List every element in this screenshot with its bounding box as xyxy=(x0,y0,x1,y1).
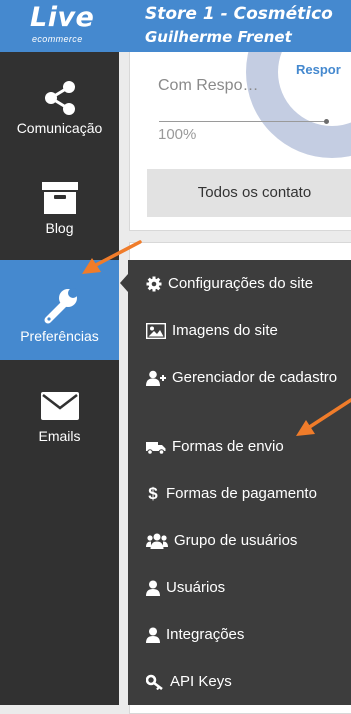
stats-card: Respor Com Respo… 100% Todos os contato xyxy=(129,52,351,231)
truck-icon xyxy=(146,439,166,455)
menu-item-integrations[interactable]: Integrações xyxy=(146,624,346,646)
menu-item-label: Imagens do site xyxy=(172,322,278,340)
gear-icon xyxy=(146,276,162,292)
archive-box-icon xyxy=(40,178,80,218)
menu-item-users[interactable]: Usuários xyxy=(146,577,346,599)
menu-item-site-settings[interactable]: Configurações do site xyxy=(146,273,346,295)
donut-chart-label: Respor xyxy=(296,62,341,77)
stat-progress-dot xyxy=(324,119,329,124)
sidebar-item-label: Preferências xyxy=(20,328,99,344)
menu-item-label: API Keys xyxy=(170,673,232,691)
menu-item-label: Configurações do site xyxy=(168,275,314,293)
user-plus-icon xyxy=(146,370,166,387)
menu-item-registration-manager[interactable]: Gerenciador de cadastro xyxy=(146,367,346,389)
users-icon xyxy=(146,533,168,550)
menu-item-label: Grupo de usuários xyxy=(174,532,298,550)
share-icon xyxy=(40,78,80,118)
wrench-icon xyxy=(40,286,80,326)
sidebar-item-preferencias[interactable]: Preferências xyxy=(0,260,119,360)
envelope-icon xyxy=(40,386,80,426)
menu-item-label: Integrações xyxy=(166,626,245,644)
stat-label: Com Respo… xyxy=(158,77,259,94)
menu-item-label: Usuários xyxy=(166,579,226,597)
sidebar: Comunicação Blog Preferências Emails xyxy=(0,52,119,705)
all-contacts-button[interactable]: Todos os contato xyxy=(147,169,351,217)
image-icon xyxy=(146,323,166,340)
menu-item-shipping-methods[interactable]: Formas de envio xyxy=(146,436,346,458)
logo-word: Live xyxy=(30,2,95,33)
menu-item-label: Formas de pagamento xyxy=(166,485,317,503)
user-icon xyxy=(146,627,160,644)
key-icon xyxy=(146,674,164,691)
menu-item-api-keys[interactable]: API Keys xyxy=(146,671,346,693)
sidebar-item-label: Emails xyxy=(38,428,81,444)
sidebar-item-comunicacao[interactable]: Comunicação xyxy=(0,52,119,152)
sidebar-item-label: Comunicação xyxy=(16,120,103,136)
menu-item-label: Formas de envio xyxy=(172,438,284,456)
dollar-icon: $ xyxy=(148,484,158,504)
live-ecommerce-logo[interactable]: Live ecommerce xyxy=(0,0,119,52)
sidebar-item-blog[interactable]: Blog xyxy=(0,152,119,252)
menu-item-payment-methods[interactable]: $ Formas de pagamento xyxy=(146,483,346,505)
menu-item-label: Gerenciador de cadastro xyxy=(172,369,338,387)
preferences-flyout-menu: Configurações do site Imagens do site Ge… xyxy=(128,260,351,705)
top-header: Live ecommerce Store 1 - Cosmético Guilh… xyxy=(0,0,351,52)
user-name[interactable]: Guilherme Frenet xyxy=(145,28,292,46)
user-icon xyxy=(146,580,160,597)
sidebar-item-label: Blog xyxy=(45,220,74,236)
menu-item-user-groups[interactable]: Grupo de usuários xyxy=(146,530,346,552)
store-name[interactable]: Store 1 - Cosmético xyxy=(145,4,333,24)
sidebar-item-emails[interactable]: Emails xyxy=(0,360,119,460)
stat-progress-line xyxy=(159,121,327,122)
logo-tagline: ecommerce xyxy=(32,34,83,44)
menu-item-site-images[interactable]: Imagens do site xyxy=(146,320,346,342)
stat-value: 100% xyxy=(158,126,197,143)
flyout-caret xyxy=(120,274,128,292)
